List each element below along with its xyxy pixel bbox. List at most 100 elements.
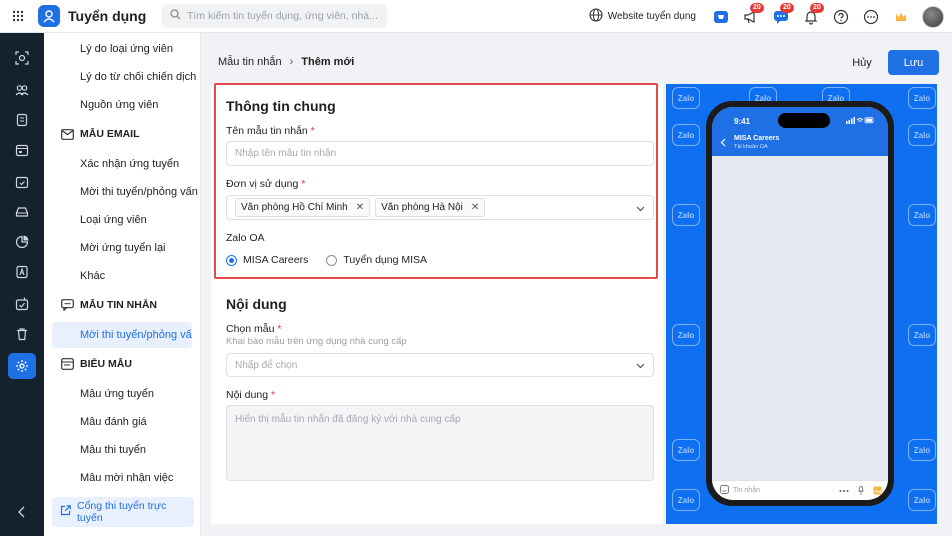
document-icon[interactable]	[8, 107, 36, 133]
form-icon	[61, 358, 74, 370]
remove-tag-icon[interactable]: ✕	[356, 202, 364, 213]
collapse-chevron-icon[interactable]	[8, 499, 36, 525]
body-label: Nội dung *	[226, 389, 276, 401]
menu-header-form: BIỂU MẪU	[61, 358, 132, 370]
search-icon	[170, 9, 181, 23]
template-name-label: Tên mẫu tin nhắn *	[226, 125, 315, 137]
zalo-watermark: Zalo	[672, 324, 700, 346]
phone-preview: Zalo Zalo Zalo Zalo Zalo Zalo Zalo Zalo …	[666, 84, 937, 524]
zalo-watermark: Zalo	[672, 204, 700, 226]
recruit-icon[interactable]	[8, 45, 36, 71]
help-icon[interactable]	[830, 6, 852, 28]
unit-tag: Văn phòng Hà Nội ✕	[375, 198, 486, 217]
menu-item-offer-form[interactable]: Mẫu mời nhận việc	[80, 472, 173, 484]
menu-item-evaluation-form[interactable]: Mẫu đánh giá	[80, 416, 147, 428]
zalo-watermark: Zalo	[672, 87, 700, 109]
schedule-icon[interactable]	[8, 169, 36, 195]
chevron-down-icon[interactable]	[636, 203, 645, 215]
chat-input-placeholder[interactable]: Tin nhắn	[733, 487, 760, 494]
chat-header: 9:41 MISA Careers Tài khoản OA	[712, 107, 888, 156]
content-title: Nội dung	[226, 296, 287, 312]
breadcrumb-chevron-icon: ›	[289, 56, 294, 68]
zalo-watermark: Zalo	[908, 87, 936, 109]
mail-icon	[61, 128, 74, 140]
radio-tuyen-dung-misa[interactable]: Tuyển dụng MISA	[326, 254, 427, 266]
image-icon[interactable]	[873, 486, 882, 495]
oa-account-name: MISA Careers	[734, 135, 780, 142]
remove-tag-icon[interactable]: ✕	[471, 202, 479, 213]
signal-wifi-battery-icon	[846, 117, 874, 124]
global-search[interactable]	[162, 4, 387, 28]
user-avatar[interactable]	[922, 5, 944, 28]
menu-item-reject-candidate[interactable]: Loại ứng viên	[80, 214, 147, 226]
zalo-watermark: Zalo	[908, 439, 936, 461]
dynamic-island	[778, 113, 830, 128]
template-select[interactable]: Nhấp để chọn	[226, 353, 654, 377]
cancel-button[interactable]: Hủy	[842, 51, 882, 75]
menu-item-apply-confirm[interactable]: Xác nhận ứng tuyển	[80, 158, 179, 170]
more-icon[interactable]	[860, 6, 882, 28]
breadcrumb-current: Thêm mới	[301, 56, 355, 68]
menu-item-campaign-reject-reason[interactable]: Lý do từ chối chiến dịch	[80, 71, 196, 83]
external-link-icon	[60, 505, 71, 519]
website-link[interactable]: Website tuyển dụng	[589, 8, 696, 25]
zalo-watermark: Zalo	[908, 204, 936, 226]
chat-icon[interactable]: 20	[770, 2, 794, 28]
choose-template-label: Chọn mẫu *	[226, 323, 282, 335]
settings-icon[interactable]	[8, 353, 36, 379]
save-button[interactable]: Lưu	[888, 50, 939, 75]
menu-item-interview-invite-message[interactable]: Mời thi tuyển/phỏng vấn	[80, 329, 192, 341]
calendar-icon[interactable]	[8, 137, 36, 163]
store-icon[interactable]	[710, 6, 732, 28]
unit-tag: Văn phòng Hồ Chí Minh ✕	[235, 198, 371, 217]
sticker-icon[interactable]	[720, 484, 729, 497]
app-logo-icon	[38, 5, 60, 27]
zalo-watermark: Zalo	[672, 124, 700, 146]
unit-multiselect[interactable]: Văn phòng Hồ Chí Minh ✕ Văn phòng Hà Nội ✕	[226, 195, 654, 220]
report-icon[interactable]	[8, 229, 36, 255]
menu-item-apply-form[interactable]: Mẫu ứng tuyển	[80, 388, 154, 400]
breadcrumb-parent[interactable]: Mẫu tin nhắn	[218, 56, 282, 68]
chevron-down-icon	[636, 361, 645, 372]
zalo-watermark: Zalo	[672, 489, 700, 511]
body-textarea[interactable]	[226, 405, 654, 481]
candidates-icon[interactable]	[8, 77, 36, 103]
exam-icon[interactable]	[8, 259, 36, 285]
online-exam-portal-link[interactable]: Cổng thi tuyển trực tuyến	[52, 497, 194, 527]
module-rail	[0, 33, 44, 536]
megaphone-icon[interactable]: 20	[740, 2, 764, 28]
phone-frame: 9:41 MISA Careers Tài khoản OA Tin nhắn	[706, 101, 894, 506]
trash-icon[interactable]	[8, 321, 36, 347]
search-input[interactable]	[187, 10, 382, 22]
top-bar: Tuyển dụng Website tuyển dụng 20 20 20	[0, 0, 952, 33]
phone-time: 9:41	[734, 117, 751, 126]
radio-unchecked-icon	[326, 254, 338, 266]
menu-item-reject-reason[interactable]: Lý do loại ứng viên	[80, 43, 173, 55]
chat-input-bar: Tin nhắn	[712, 480, 888, 500]
onboarding-icon[interactable]	[8, 291, 36, 317]
zalo-oa-radio-group: MISA Careers Tuyển dụng MISA	[226, 254, 445, 266]
drive-icon[interactable]	[8, 199, 36, 225]
menu-item-exam-form[interactable]: Mẫu thi tuyển	[80, 444, 146, 456]
crown-icon[interactable]	[890, 6, 912, 28]
menu-item-reapply-invite[interactable]: Mời ứng tuyển lại	[80, 242, 166, 254]
template-name-input[interactable]	[226, 141, 654, 166]
general-info-title: Thông tin chung	[226, 98, 336, 114]
menu-item-other[interactable]: Khác	[80, 270, 105, 282]
more-dots-icon[interactable]	[839, 489, 849, 493]
back-chevron-icon[interactable]	[720, 138, 726, 150]
menu-item-interview-invite-email[interactable]: Mời thi tuyển/phỏng vấn	[80, 186, 200, 198]
bell-icon[interactable]: 20	[800, 2, 824, 28]
microphone-icon[interactable]	[858, 486, 864, 495]
choose-template-hint: Khai báo mẫu trên ứng dụng nhà cung cấp	[226, 336, 407, 347]
menu-item-candidate-source[interactable]: Nguồn ứng viên	[80, 99, 158, 111]
settings-menu: Lý do loại ứng viên Lý do từ chối chiến …	[44, 33, 201, 536]
bell-badge: 20	[810, 2, 824, 13]
radio-misa-careers[interactable]: MISA Careers	[226, 254, 308, 266]
zalo-oa-label: Zalo OA	[226, 232, 265, 244]
chat-badge: 20	[780, 2, 794, 13]
app-grid-icon[interactable]	[0, 0, 36, 33]
radio-checked-icon	[226, 254, 237, 266]
zalo-watermark: Zalo	[908, 124, 936, 146]
unit-label: Đơn vị sử dụng *	[226, 178, 306, 190]
